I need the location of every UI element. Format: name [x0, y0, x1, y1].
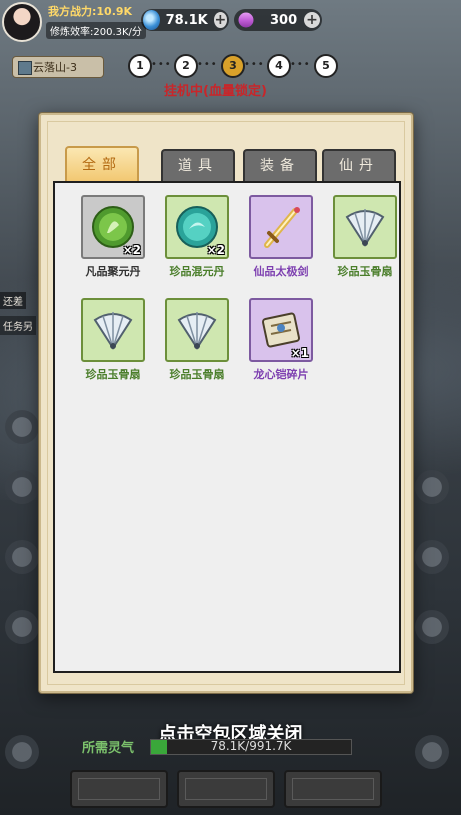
item-name: 珍品混元丹 [169, 265, 225, 278]
side-button-icon[interactable] [5, 410, 39, 444]
side-enemy-icon [415, 470, 449, 504]
required-qi-text: 78.1K/991.7K [210, 739, 292, 753]
power-value: 10.9K [96, 5, 133, 18]
side-text: 任务另 [0, 316, 36, 335]
step-dots: ••• [244, 59, 265, 70]
item-frame: ×2 [165, 195, 229, 259]
add-currency-button[interactable]: + [213, 12, 227, 28]
add-currency-button[interactable]: + [304, 12, 320, 28]
inventory-item[interactable]: 珍品玉骨扇 [71, 298, 155, 389]
player-avatar[interactable] [2, 2, 42, 42]
item-frame [333, 195, 397, 259]
item-name: 龙心铠碎片 [253, 368, 309, 381]
tab-all[interactable]: 全部 [65, 146, 139, 181]
side-enemy-icon [5, 540, 39, 574]
side-enemy-icon [5, 470, 39, 504]
currency-value: 78.1K [165, 12, 208, 28]
tab-elixir[interactable]: 仙丹 [322, 149, 396, 181]
inventory-item[interactable]: ×2 凡品聚元丹 [71, 195, 155, 286]
required-qi-label: 所需灵气 [82, 741, 135, 756]
step-dots: ••• [151, 59, 172, 70]
stage-step-2[interactable]: 2 [174, 54, 198, 78]
required-qi-bar: 78.1K/991.7K [150, 739, 352, 755]
blue-orb-icon [143, 10, 160, 30]
item-frame: ×2 [81, 195, 145, 259]
step-dots: ••• [290, 59, 311, 70]
item-name: 仙品太极剑 [253, 265, 309, 278]
purple-crystal-icon [235, 9, 257, 31]
jade-fan-icon [345, 209, 385, 247]
side-enemy-icon [415, 540, 449, 574]
inventory-item[interactable]: ×2 珍品混元丹 [155, 195, 239, 286]
item-frame [165, 298, 229, 362]
side-enemy-icon [5, 610, 39, 644]
bottom-button-1[interactable] [70, 770, 168, 808]
map-icon [18, 61, 32, 75]
item-name: 珍品玉骨扇 [85, 368, 141, 381]
stage-name: 云落山-3 [33, 61, 77, 74]
item-quantity: ×1 [290, 346, 309, 360]
item-frame: ×1 [249, 298, 313, 362]
inventory-panel: ×2 凡品聚元丹 ×2 珍品混元丹 仙品太极剑 珍品玉骨扇 珍品玉骨扇 珍品玉骨… [53, 181, 401, 673]
item-quantity: ×2 [122, 243, 141, 257]
cultivation-rate: 修炼效率:200.3K/分 [46, 22, 146, 39]
currency-purple: 300 + [234, 9, 322, 31]
stage-step-4[interactable]: 4 [267, 54, 291, 78]
stage-step-1[interactable]: 1 [128, 54, 152, 78]
stage-selector[interactable]: 云落山-3 [12, 56, 104, 78]
tab-equipment[interactable]: 装备 [243, 149, 317, 181]
currency-blue: 78.1K + [141, 9, 229, 31]
item-name: 珍品玉骨扇 [337, 265, 393, 278]
side-enemy-icon [415, 610, 449, 644]
item-name: 凡品聚元丹 [85, 265, 141, 278]
bottom-button-3[interactable] [284, 770, 382, 808]
power-display: 我方战力:10.9K [48, 3, 132, 19]
bottom-button-2[interactable] [177, 770, 275, 808]
inventory-item[interactable]: 珍品玉骨扇 [155, 298, 239, 389]
top-bar: 我方战力:10.9K 修炼效率:200.3K/分 78.1K + 300 + [0, 0, 461, 44]
currency-value: 300 [270, 12, 298, 28]
inventory-item[interactable]: ×1 龙心铠碎片 [239, 298, 323, 389]
stage-step-5[interactable]: 5 [314, 54, 338, 78]
step-dots: ••• [197, 59, 218, 70]
inventory-modal: 全部 道具 装备 仙丹 ×2 凡品聚元丹 ×2 珍品混元丹 仙品太极剑 珍品玉骨… [39, 113, 413, 693]
power-label: 我方战力: [48, 5, 97, 18]
item-frame [249, 195, 313, 259]
stage-step-3[interactable]: 3 [221, 54, 245, 78]
jade-fan-icon [93, 312, 133, 350]
item-frame [81, 298, 145, 362]
item-quantity: ×2 [206, 243, 225, 257]
side-text: 还差 [0, 292, 26, 309]
idle-status: 挂机中(血量锁定) [164, 84, 267, 99]
item-grid: ×2 凡品聚元丹 ×2 珍品混元丹 仙品太极剑 珍品玉骨扇 珍品玉骨扇 珍品玉骨… [71, 195, 397, 389]
item-name: 珍品玉骨扇 [169, 368, 225, 381]
inventory-item[interactable]: 珍品玉骨扇 [323, 195, 407, 286]
inventory-item[interactable]: 仙品太极剑 [239, 195, 323, 286]
jade-fan-icon [177, 312, 217, 350]
sword-icon [264, 207, 300, 248]
tab-items[interactable]: 道具 [161, 149, 235, 181]
